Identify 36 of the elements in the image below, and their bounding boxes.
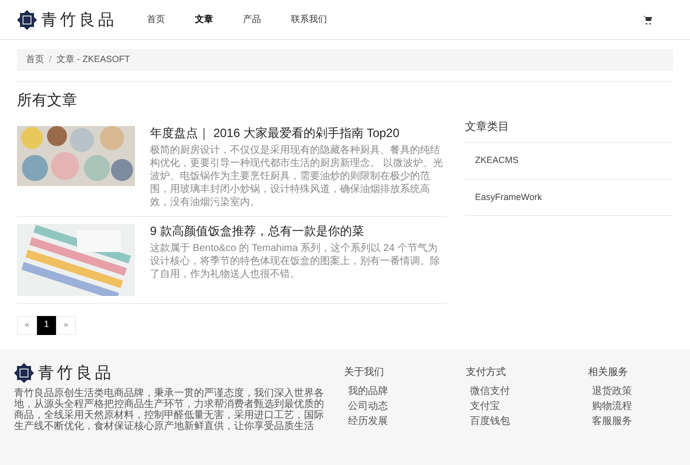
nav-link[interactable]: 首页 — [147, 12, 165, 26]
nav-link[interactable]: 联系我们 — [291, 12, 327, 26]
previous-page-link[interactable]: « — [17, 316, 37, 334]
footer-description: 青竹良品原创生活类电商品牌，秉承一贯的严谨态度，我们深入世界各地，从源头全程严格把控商品生产环节，力求帮消费者甄选到最优质的商品，全线采用天然原材料，控制甲醛低量无害，采用进口工艺，国际生产线不断优化，食材保证核心原产地新鲜直供，让你享受品质生活 — [14, 388, 325, 432]
footer-link[interactable]: 支付宝 — [470, 398, 500, 414]
article-title[interactable]: 年度盘点｜ 2016 大家最爱看的剁手指南 Top20 — [150, 126, 447, 140]
footer-link[interactable]: 经历发展 — [348, 414, 388, 428]
logo-text: 青竹良品 — [41, 8, 117, 30]
category-link[interactable]: ZKEACMS — [465, 143, 673, 180]
logo-text: 青竹良品 — [38, 362, 114, 384]
logo-icon — [17, 10, 37, 30]
footer-link[interactable]: 微信支付 — [470, 384, 510, 398]
footer-link[interactable]: 我的品牌 — [348, 384, 388, 398]
footer-link[interactable]: 客服服务 — [592, 414, 632, 428]
footer-column-title: 相关服务 — [588, 366, 628, 380]
page-link[interactable]: 1 — [37, 316, 56, 334]
footer-column-title: 支付方式 — [466, 366, 506, 380]
nav-link[interactable]: 文章 — [195, 12, 213, 26]
footer-link[interactable]: 公司动态 — [348, 398, 388, 414]
logo-icon — [14, 362, 34, 382]
breadcrumb-separator: / — [49, 53, 52, 66]
breadcrumb-link[interactable]: 首页 — [26, 53, 44, 67]
page-title: 所有文章 — [17, 91, 78, 111]
footer-link[interactable]: 购物流程 — [592, 398, 632, 414]
article-summary: 极简的厨房设计，不仅仅是采用现有的隐藏各种厨具、餐具的纯结构优化，更要引导一种现代都市生活的厨房新理念。 以微波炉、光波炉、电饭锅作为主要烹饪厨具，需要油炒的则限制在极少的范围，用玻璃丰封闭小炒锅，设计特殊风道，确保油烟排放系统高效，没有油烟污染室内。 — [150, 144, 444, 208]
sidebar-title: 文章类目 — [465, 118, 673, 143]
cart-icon[interactable] — [643, 14, 653, 24]
article-title[interactable]: 9 款高颜值饭盒推荐，总有一款是你的菜 — [150, 224, 447, 238]
article-summary: 这款属于 Bento&co 的 Temahima 系列，这个系列以 24 个节气为设计核心，将季节的特色体现在饭盒的图案上，别有一番情调。除了自用，作为礼物送人也很不错。 — [150, 242, 441, 280]
nav-link[interactable]: 产品 — [243, 12, 261, 26]
category-link[interactable]: EasyFrameWork — [465, 180, 673, 216]
footer-link[interactable]: 百度钱包 — [470, 414, 510, 428]
footer-link[interactable]: 退货政策 — [592, 384, 632, 398]
breadcrumb-link[interactable]: 文章 - ZKEASOFT — [56, 53, 130, 67]
next-page-link[interactable]: » — [56, 316, 76, 334]
footer-column-title: 关于我们 — [344, 366, 384, 380]
